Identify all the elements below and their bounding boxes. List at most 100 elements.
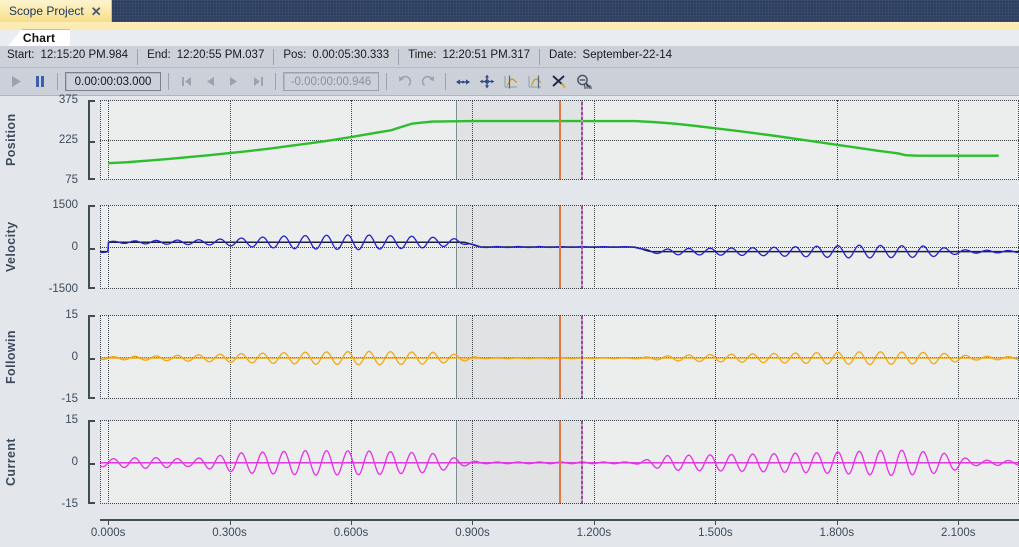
y-tick-label: 75: [65, 174, 78, 186]
info-key: Date:: [549, 48, 577, 61]
pan-all-directions-icon[interactable]: [475, 71, 499, 93]
y-axis-ticks-velocity: 1500 0 -1500: [24, 199, 86, 295]
tab-bar: Chart: [0, 29, 1019, 47]
x-tick-label: 0.900s: [455, 527, 490, 539]
toolbar-separator: [445, 73, 446, 90]
pan-horizontal-icon[interactable]: [451, 71, 475, 93]
offset-field[interactable]: -0.00:00:00.946: [283, 72, 379, 91]
y-tick-label: 0: [71, 351, 78, 363]
cursor-line-cursor-b[interactable]: [580, 100, 583, 180]
info-value: 12:20:55 PM.037: [176, 48, 265, 61]
x-tick-label: 1.500s: [698, 527, 733, 539]
y-axis-label-current: Current: [4, 438, 18, 486]
tab-chart-label: Chart: [22, 31, 56, 45]
clear-cursors-icon[interactable]: [547, 71, 571, 93]
svg-text:Max: Max: [583, 85, 592, 90]
step-forward-icon[interactable]: [222, 71, 246, 93]
x-tick: [351, 519, 352, 525]
y-axis-bracket-current: [88, 420, 95, 504]
info-cell-time: Time: 12:20:51 PM.317: [399, 48, 541, 65]
cursor-line-cursor-a[interactable]: [558, 420, 561, 504]
x-tick-label: 2.100s: [941, 527, 976, 539]
y-axis-mid-tick: [88, 141, 95, 143]
toolbar-separator: [275, 73, 276, 90]
info-cell-start: Start: 12:15:20 PM.984: [0, 48, 139, 65]
y-axis-ticks-current: 15 0 -15: [24, 414, 86, 510]
toolbar-separator: [168, 73, 169, 90]
x-tick: [472, 519, 474, 525]
x-axis-line: [100, 519, 1019, 521]
plot-area-position[interactable]: [100, 100, 1019, 180]
info-value: September-22-14: [582, 48, 673, 61]
info-value: 12:15:20 PM.984: [40, 48, 129, 61]
y-tick-label: 0: [71, 456, 78, 468]
y-tick-label: 0: [71, 241, 78, 253]
redo-icon[interactable]: [416, 71, 440, 93]
playback-toolbar: 0.00:00:03.000 -0.00:00:00.946 Ma: [0, 68, 1019, 96]
y-axis-label-position: Position: [4, 113, 18, 167]
x-tick: [836, 519, 838, 525]
undo-icon[interactable]: [392, 71, 416, 93]
cursor-right-icon[interactable]: [523, 71, 547, 93]
chart-panels: Position 375 225 75 Velocity 1500 0 -1500 Follow…: [0, 94, 1019, 547]
info-key: Time:: [408, 48, 437, 61]
cursor-line-cursor-a[interactable]: [558, 205, 561, 289]
y-axis-mid-tick: [88, 463, 95, 465]
skip-to-start-icon[interactable]: [174, 71, 198, 93]
cursor-line-cursor-b[interactable]: [580, 315, 583, 399]
play-icon[interactable]: [4, 71, 28, 93]
project-tab[interactable]: Scope Project ✕: [0, 0, 112, 22]
panel-current: Current 15 0 -15: [0, 414, 1019, 510]
info-key: End:: [147, 48, 171, 61]
x-tick: [715, 519, 717, 525]
duration-field[interactable]: 0.00:00:03.000: [65, 72, 161, 91]
x-tick-label: 0.000s: [90, 527, 126, 539]
y-axis-label-velocity: Velocity: [4, 221, 18, 273]
plot-area-velocity[interactable]: [99, 205, 1019, 289]
info-key: Pos:: [283, 48, 307, 61]
y-axis-bracket-following-error: [88, 315, 95, 399]
close-icon[interactable]: ✕: [91, 5, 102, 18]
y-axis-bracket-velocity: [88, 205, 95, 289]
cursor-left-icon[interactable]: [499, 71, 523, 93]
panel-velocity: Velocity 1500 0 -1500: [0, 199, 1019, 295]
cursor-line-cursor-a[interactable]: [558, 100, 561, 180]
title-accent-strip: [0, 22, 1019, 29]
x-axis: 0.000s 0.300s 0.600s 0.900s 1.200s 1.500s 1.80…: [91, 519, 1019, 547]
info-bar: Start: 12:15:20 PM.984 End: 12:20:55 PM.037…: [0, 46, 1019, 68]
zoom-max-icon[interactable]: Max: [571, 71, 595, 93]
info-cell-pos: Pos: 0.00:05:30.333: [274, 48, 400, 65]
toolbar-separator: [57, 73, 58, 90]
y-tick-label: 225: [58, 134, 78, 146]
info-value: 12:20:51 PM.317: [442, 48, 531, 61]
cursor-line-cursor-a[interactable]: [558, 315, 561, 399]
y-axis-bracket-position: [88, 100, 95, 180]
x-tick: [958, 519, 960, 525]
x-tick-label: 0.300s: [212, 527, 247, 539]
skip-to-end-icon[interactable]: [246, 71, 270, 93]
plot-area-following-error[interactable]: [99, 315, 1019, 399]
x-tick: [593, 519, 595, 525]
y-tick-label: -1500: [48, 283, 78, 295]
tab-chart[interactable]: Chart: [8, 29, 70, 46]
step-back-icon[interactable]: [198, 71, 222, 93]
info-cell-date: Date: September-22-14: [540, 49, 681, 65]
y-axis-ticks-following-error: 15 0 -15: [24, 309, 86, 405]
x-tick: [229, 519, 231, 525]
info-key: Start:: [7, 48, 35, 61]
y-tick-label: 1500: [52, 199, 78, 211]
plot-area-current[interactable]: [99, 420, 1019, 504]
cursor-line-cursor-b[interactable]: [580, 205, 583, 289]
pause-icon[interactable]: [28, 71, 52, 93]
y-tick-label: -15: [61, 393, 78, 405]
x-tick-label: 1.800s: [819, 527, 855, 539]
y-tick-label: 375: [58, 94, 78, 106]
y-axis-ticks-position: 375 225 75: [24, 94, 86, 186]
title-bar: Scope Project ✕: [0, 0, 1019, 22]
x-tick-label: 0.600s: [333, 527, 369, 539]
y-tick-label: -15: [61, 498, 78, 510]
scope-application-window: Scope Project ✕ Chart Start: 12:15:20 PM.…: [0, 0, 1019, 547]
cursor-line-cursor-b[interactable]: [580, 420, 583, 504]
y-tick-label: 15: [65, 414, 78, 426]
x-tick: [108, 519, 110, 525]
